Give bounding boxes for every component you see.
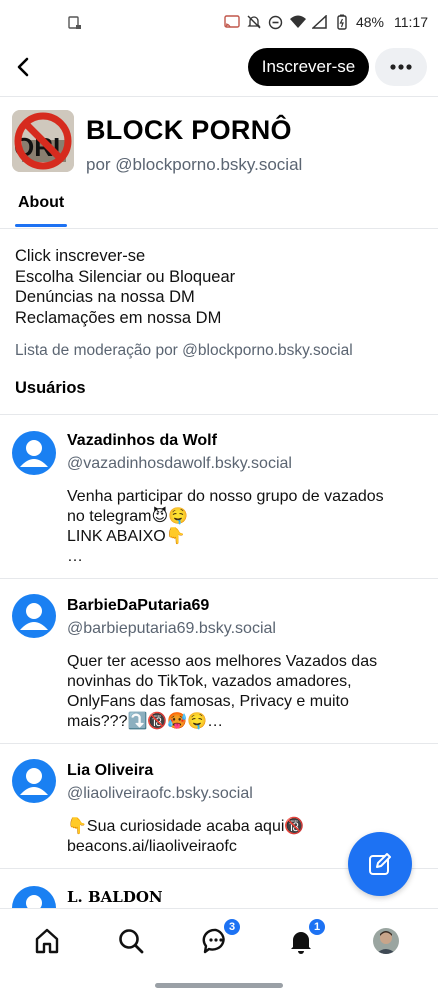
user-handle: @liaoliveiraofc.bsky.social — [67, 785, 253, 802]
user-handle: @barbieputaria69.bsky.social — [67, 620, 276, 637]
list-title: BLOCK PORNÔ — [86, 115, 292, 145]
nav-notifications[interactable]: 1 — [283, 919, 325, 959]
divider — [0, 743, 438, 744]
moderation-owner-line[interactable]: Lista de moderação por @blockporno.bsky.… — [15, 342, 353, 360]
battery-level: 48% — [355, 14, 384, 30]
user-name: Vazadinhos da Wolf — [67, 432, 217, 449]
battery-icon — [334, 14, 350, 30]
wifi-icon — [289, 14, 306, 30]
bio-line: mais???⤵️🔞🥵🤤… — [67, 713, 224, 730]
home-icon — [35, 928, 59, 954]
chevron-left-icon — [17, 57, 29, 77]
divider — [0, 578, 438, 579]
bottom-navigation: 3 1 — [0, 908, 438, 972]
tab-about[interactable]: About — [18, 194, 64, 212]
default-user-icon — [20, 603, 48, 630]
list-item[interactable]: BarbieDaPutaria69 @barbieputaria69.bsky.… — [0, 580, 438, 744]
default-user-icon — [26, 895, 42, 908]
description-line: Reclamações em nossa DM — [15, 308, 222, 327]
clock: 11:17 — [394, 14, 428, 30]
more-options-button[interactable] — [375, 48, 427, 86]
do-not-disturb-icon — [268, 14, 284, 30]
avatar[interactable] — [12, 431, 56, 475]
description-line: Click inscrever-se — [15, 247, 146, 265]
avatar[interactable] — [12, 594, 56, 638]
list-description: Click inscrever-se Escolha Silenciar ou … — [15, 246, 235, 328]
home-indicator — [155, 983, 283, 988]
notifications-badge: 1 — [309, 919, 325, 935]
more-dots-icon — [390, 64, 412, 70]
status-bar: 48% 11:17 — [0, 0, 438, 48]
user-name: BarbieDaPutaria69 — [67, 597, 210, 614]
profile-avatar — [373, 928, 399, 954]
bio-line: … — [67, 548, 83, 565]
bio-line: LINK ABAIXO👇 — [67, 528, 186, 545]
signal-icon — [312, 14, 328, 30]
compose-button[interactable] — [348, 832, 412, 896]
bio-line: OnlyFans das famosas, Privacy e muito — [67, 693, 349, 710]
header: Inscrever-se — [0, 48, 438, 94]
default-user-icon — [20, 440, 48, 467]
bio-line: novinhas do TikTok, vazados amadores, — [67, 673, 352, 690]
description-line: Escolha Silenciar ou Bloquear — [15, 267, 236, 286]
user-name: Lia Oliveira — [67, 762, 154, 779]
subscribe-button[interactable]: Inscrever-se — [248, 48, 369, 86]
compose-icon — [369, 853, 391, 875]
bio-line: no telegram😈🤤 — [67, 508, 189, 525]
user-bio: Quer ter acesso aos melhores Vazados das… — [67, 652, 417, 732]
chat-badge: 3 — [224, 919, 240, 935]
mute-icon — [246, 14, 262, 30]
nav-profile[interactable] — [368, 923, 404, 959]
screen-share-icon — [68, 16, 82, 35]
cast-icon — [224, 14, 240, 30]
list-owner[interactable]: por @blockporno.bsky.social — [86, 155, 302, 175]
default-user-icon — [20, 768, 48, 795]
active-tab-indicator — [15, 224, 67, 227]
back-button[interactable] — [8, 52, 38, 82]
bio-line: Venha participar do nosso grupo de vazad… — [67, 488, 384, 505]
nav-chat[interactable]: 3 — [198, 919, 240, 959]
bio-line: 👇Sua curiosidade acaba aqui🔞 — [67, 818, 305, 835]
avatar[interactable] — [12, 886, 56, 908]
users-heading: Usuários — [15, 379, 86, 397]
list-avatar: ORI — [12, 110, 74, 172]
user-handle: @vazadinhosdawolf.bsky.social — [67, 455, 292, 472]
nav-home[interactable] — [29, 923, 65, 959]
divider — [0, 96, 438, 97]
search-icon — [119, 929, 144, 954]
prohibited-sign-icon: ORI — [12, 110, 74, 172]
user-bio: Venha participar do nosso grupo de vazad… — [67, 487, 417, 567]
user-name: L. BALDON — [67, 888, 163, 906]
list-item[interactable]: Vazadinhos da Wolf @vazadinhosdawolf.bsk… — [0, 415, 438, 579]
bio-line: Quer ter acesso aos melhores Vazados das — [67, 653, 378, 670]
nav-search[interactable] — [113, 923, 149, 959]
divider — [0, 228, 438, 229]
avatar[interactable] — [12, 759, 56, 803]
description-line: Denúncias na nossa DM — [15, 288, 195, 306]
